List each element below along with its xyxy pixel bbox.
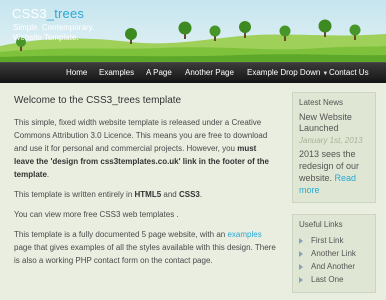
useful-link-first[interactable]: First Link bbox=[299, 234, 369, 247]
main-content: Welcome to the CSS3_trees template This … bbox=[14, 95, 278, 274]
useful-link-last[interactable]: Last One bbox=[299, 273, 369, 286]
logo-accent: _trees bbox=[46, 6, 85, 21]
css3-label: CSS3 bbox=[178, 190, 200, 199]
useful-links-panel: Useful Links First Link Another Link And… bbox=[292, 214, 376, 293]
useful-links-title: Useful Links bbox=[299, 220, 343, 229]
bullet-arrow-icon bbox=[299, 251, 303, 257]
tech-text: This template is written entirely in bbox=[14, 190, 135, 199]
site-header: CSS3_trees Simple. Contemporary. Website… bbox=[0, 0, 386, 62]
html5-label: HTML5 bbox=[134, 190, 162, 199]
examples-link[interactable]: examples bbox=[227, 230, 261, 239]
nav-item-examples[interactable]: Examples bbox=[99, 63, 134, 84]
more-templates-paragraph: You can view more free CSS3 web template… bbox=[14, 210, 179, 219]
nav-item-home[interactable]: Home bbox=[66, 63, 87, 84]
nav-item-contact-us[interactable]: Contact Us bbox=[329, 63, 369, 84]
nav-item-example-drop-down[interactable]: Example Drop Down ▼ bbox=[247, 63, 328, 84]
site-logo[interactable]: CSS3_trees bbox=[12, 6, 84, 21]
bullet-arrow-icon bbox=[299, 238, 303, 244]
docs-text-end: page that gives examples of all the styl… bbox=[14, 243, 276, 265]
main-nav: Home Examples A Page Another Page Exampl… bbox=[0, 62, 386, 83]
page-heading: Welcome to the CSS3_trees template bbox=[14, 95, 182, 106]
useful-link-label: And Another bbox=[311, 262, 356, 271]
intro-end: . bbox=[46, 170, 50, 179]
docs-paragraph: This template is a fully documented 5 pa… bbox=[14, 228, 278, 267]
bullet-arrow-icon bbox=[299, 277, 303, 283]
news-date: January 1st, 2013 bbox=[299, 136, 363, 145]
caret-down-icon: ▼ bbox=[322, 71, 329, 77]
tech-end: . bbox=[199, 190, 203, 199]
tech-paragraph: This template is written entirely in HTM… bbox=[14, 188, 278, 201]
site-slogan: Simple. Contemporary. Website Template. bbox=[13, 23, 95, 42]
bullet-arrow-icon bbox=[299, 264, 303, 270]
docs-text: This template is a fully documented 5 pa… bbox=[14, 230, 228, 239]
useful-link-and-another[interactable]: And Another bbox=[299, 260, 369, 273]
nav-item-a-page[interactable]: A Page bbox=[146, 63, 172, 84]
news-headline: New Website Launched bbox=[299, 112, 352, 133]
useful-link-label: Last One bbox=[311, 275, 344, 284]
latest-news-title: Latest News bbox=[299, 98, 344, 107]
useful-link-label: First Link bbox=[311, 236, 344, 245]
tech-and: and bbox=[161, 190, 179, 199]
useful-links-list: First Link Another Link And Another Last… bbox=[299, 234, 369, 286]
logo-main: CSS3 bbox=[12, 6, 47, 21]
news-body: 2013 sees the redesign of our website. R… bbox=[299, 148, 369, 196]
useful-link-label: Another Link bbox=[311, 249, 356, 258]
latest-news-panel: Latest News New Website Launched January… bbox=[292, 92, 376, 203]
sidebar: Latest News New Website Launched January… bbox=[292, 92, 376, 300]
useful-link-another[interactable]: Another Link bbox=[299, 247, 369, 260]
intro-paragraph: This simple, fixed width website templat… bbox=[14, 116, 278, 181]
nav-dropdown-label: Example Drop Down bbox=[247, 68, 321, 77]
nav-item-another-page[interactable]: Another Page bbox=[185, 63, 234, 84]
intro-text: This simple, fixed width website templat… bbox=[14, 118, 268, 153]
